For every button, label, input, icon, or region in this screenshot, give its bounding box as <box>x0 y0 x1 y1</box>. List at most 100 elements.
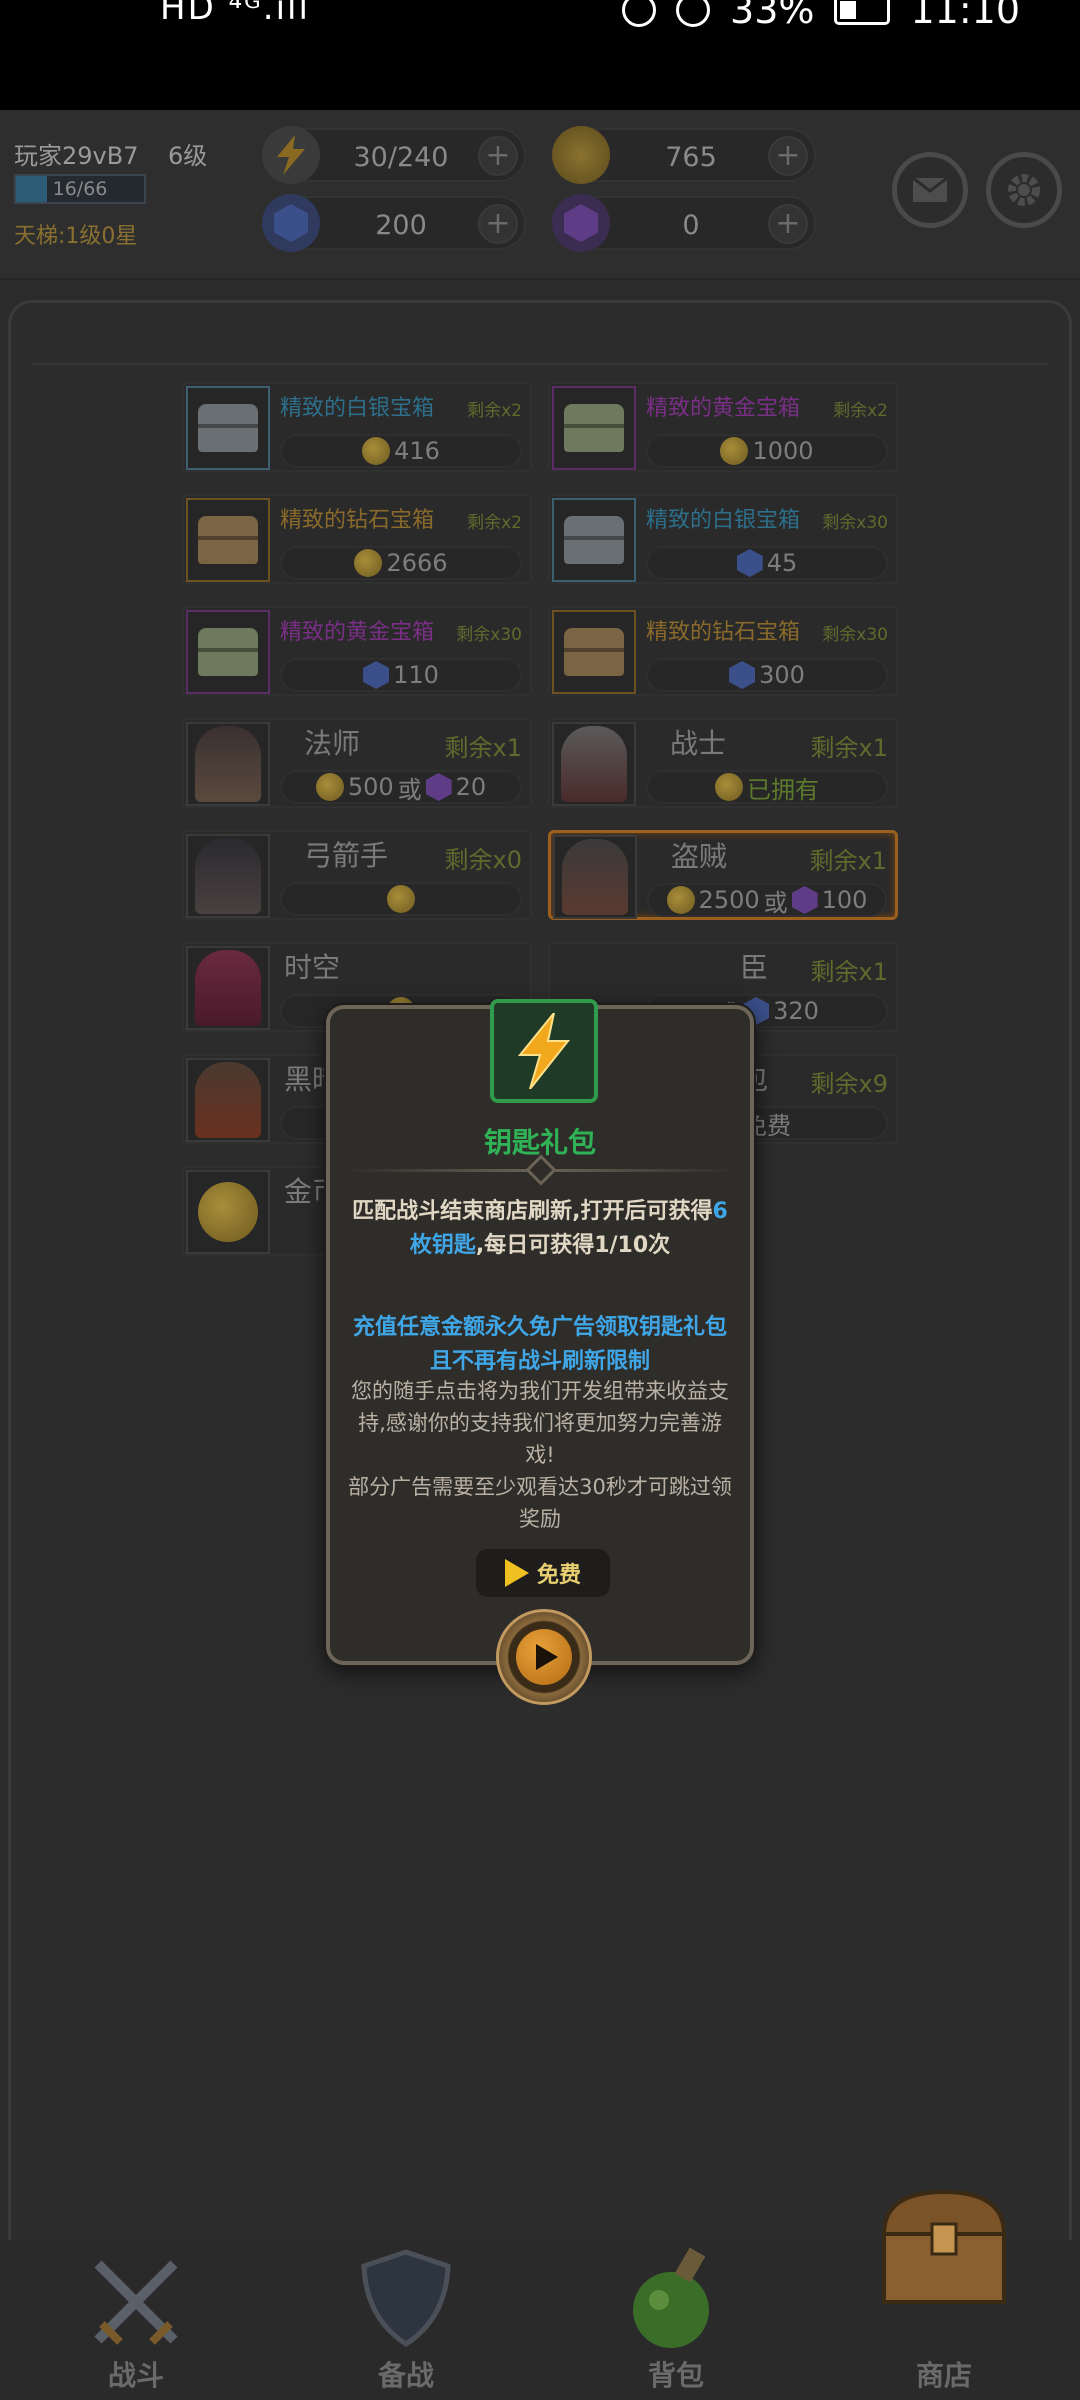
bell-off-icon <box>676 0 711 27</box>
item-remain: 剩余x30 <box>822 625 888 645</box>
price-value: 45 <box>766 549 798 577</box>
blue-gem-icon <box>262 194 320 252</box>
blue-gem-icon <box>736 549 763 577</box>
free-label: 免费 <box>536 1563 581 1588</box>
shop-item-hero-thief[interactable]: 盗贼 剩余x1 2500 或 100 <box>548 830 898 920</box>
price-button[interactable]: 300 <box>646 658 888 692</box>
battery-icon <box>834 0 891 25</box>
mail-icon <box>912 177 948 202</box>
price-button[interactable] <box>280 882 522 916</box>
item-name: 弓箭手 <box>304 839 389 872</box>
chest-thumb <box>186 386 270 470</box>
gold-coin-icon <box>715 773 743 801</box>
free-claim-button[interactable]: 免费 <box>476 1549 610 1597</box>
silver-chest-icon <box>564 516 624 564</box>
item-remain: 剩余x2 <box>467 513 522 533</box>
purple-gem-value: 0 <box>682 210 700 241</box>
lightning-icon <box>262 126 320 184</box>
exp-bar: 16/66 <box>14 174 146 204</box>
price-value: 110 <box>393 661 439 689</box>
or-text: 或 <box>763 888 788 917</box>
price-button[interactable]: 2500 或 100 <box>647 883 887 917</box>
settings-button[interactable] <box>986 152 1062 228</box>
hero-thumb <box>186 834 270 918</box>
price-button[interactable]: 45 <box>646 546 888 580</box>
item-remain: 剩余x2 <box>833 401 888 421</box>
item-remain: 剩余x9 <box>810 1070 888 1098</box>
item-remain: 剩余x0 <box>444 846 522 874</box>
owned-text: 已拥有 <box>747 775 819 804</box>
item-name: 精致的黄金宝箱 <box>646 396 801 421</box>
gold-coin-icon <box>666 886 695 914</box>
shop-item-diamond-chest-gem[interactable]: 精致的钻石宝箱 剩余x30 300 <box>548 606 898 696</box>
nav-shop[interactable]: 商店 <box>844 2189 1044 2400</box>
price-button[interactable]: 2666 <box>280 546 522 580</box>
gem-add-button[interactable]: + <box>478 204 518 244</box>
ad-note: 部分广告需要至少观看达30秒才可跳过领奖励 <box>348 1475 732 1531</box>
gold-coin-icon <box>354 549 383 577</box>
price-button[interactable]: 1000 <box>646 434 888 468</box>
price-button[interactable]: 500 或 20 <box>280 770 522 804</box>
gold-thumb <box>186 1170 270 1254</box>
gold-coin-icon <box>198 1182 258 1242</box>
panel-divider <box>31 363 1049 365</box>
shop-item-gold-chest-gem[interactable]: 精致的黄金宝箱 剩余x30 110 <box>182 606 532 696</box>
gold-coin-icon <box>362 437 391 465</box>
gold-counter: 765 + <box>552 126 816 184</box>
player-level: 6级 <box>168 142 208 170</box>
gold-chest-icon <box>198 628 258 676</box>
dark-portrait <box>195 1062 261 1138</box>
price-value: 416 <box>394 437 440 465</box>
energy-add-button[interactable]: + <box>478 136 518 176</box>
hero-thumb <box>553 835 637 919</box>
promo-text: 充值任意金额永久免广告领取钥匙礼包且不再有战斗刷新限制 <box>352 1315 727 1374</box>
item-remain: 剩余x1 <box>810 734 888 762</box>
play-icon <box>504 1559 529 1587</box>
energy-value: 30/240 <box>353 142 449 173</box>
support-message: 您的随手点击将为我们开发组带来收益支持,感谢你的支持我们将更加努力完善游戏! <box>351 1379 729 1467</box>
gear-icon <box>1008 174 1040 206</box>
chest-thumb <box>552 498 636 582</box>
treasure-chest-icon <box>881 2189 1007 2304</box>
chest-thumb <box>186 610 270 694</box>
purple-gem-icon <box>791 886 818 914</box>
item-name: 战士 <box>670 727 727 760</box>
price-button[interactable]: 416 <box>280 434 522 468</box>
or-text: 或 <box>397 775 422 804</box>
nav-battle[interactable]: 战斗 <box>36 2240 236 2400</box>
gold-coin-icon <box>387 885 415 913</box>
price-button[interactable]: 110 <box>280 658 522 692</box>
gold-add-button[interactable]: + <box>768 136 808 176</box>
gold-coin-icon <box>552 126 610 184</box>
shop-item-hero-warrior[interactable]: 战士 剩余x1 已拥有 <box>548 718 898 808</box>
price-purple: 20 <box>455 773 487 801</box>
mail-button[interactable] <box>892 152 968 228</box>
shop-item-hero-mage[interactable]: 法师 剩余x1 500 或 20 <box>182 718 532 808</box>
purple-gem-add-button[interactable]: + <box>768 204 808 244</box>
diamond-chest-icon <box>198 516 258 564</box>
item-remain: 剩余x2 <box>467 401 522 421</box>
shop-item-gold-chest-gold[interactable]: 精致的黄金宝箱 剩余x2 1000 <box>548 382 898 472</box>
play-icon <box>516 1629 572 1685</box>
energy-counter: 30/240 + <box>262 126 526 184</box>
shop-item-silver-chest-gold[interactable]: 精致的白银宝箱 剩余x2 416 <box>182 382 532 472</box>
hero-thumb <box>186 946 270 1030</box>
game-screen: 玩家29vB7 6级 16/66 天梯:1级0星 30/240 + 765 + … <box>0 110 1080 2400</box>
item-name: 精致的钻石宝箱 <box>646 620 801 645</box>
item-name: 法师 <box>304 727 361 760</box>
lightning-icon <box>517 1013 571 1089</box>
nav-prepare[interactable]: 备战 <box>306 2240 506 2400</box>
player-name: 玩家29vB7 <box>14 142 139 170</box>
shop-item-silver-chest-gem[interactable]: 精致的白银宝箱 剩余x30 45 <box>548 494 898 584</box>
nav-bag[interactable]: 背包 <box>576 2240 776 2400</box>
diamond-chest-icon <box>564 628 624 676</box>
bottom-nav: 战斗 备战 背包 商店 <box>0 2189 1080 2400</box>
item-name: 精致的黄金宝箱 <box>280 620 435 645</box>
shop-item-hero-archer[interactable]: 弓箭手 剩余x0 <box>182 830 532 920</box>
watch-ad-button[interactable] <box>496 1609 592 1705</box>
gold-coin-icon <box>720 437 749 465</box>
shop-item-diamond-chest-gold[interactable]: 精致的钻石宝箱 剩余x2 2666 <box>182 494 532 584</box>
shield-icon <box>361 2249 451 2347</box>
mage-portrait <box>195 726 261 802</box>
purple-gem-counter: 0 + <box>552 194 816 252</box>
